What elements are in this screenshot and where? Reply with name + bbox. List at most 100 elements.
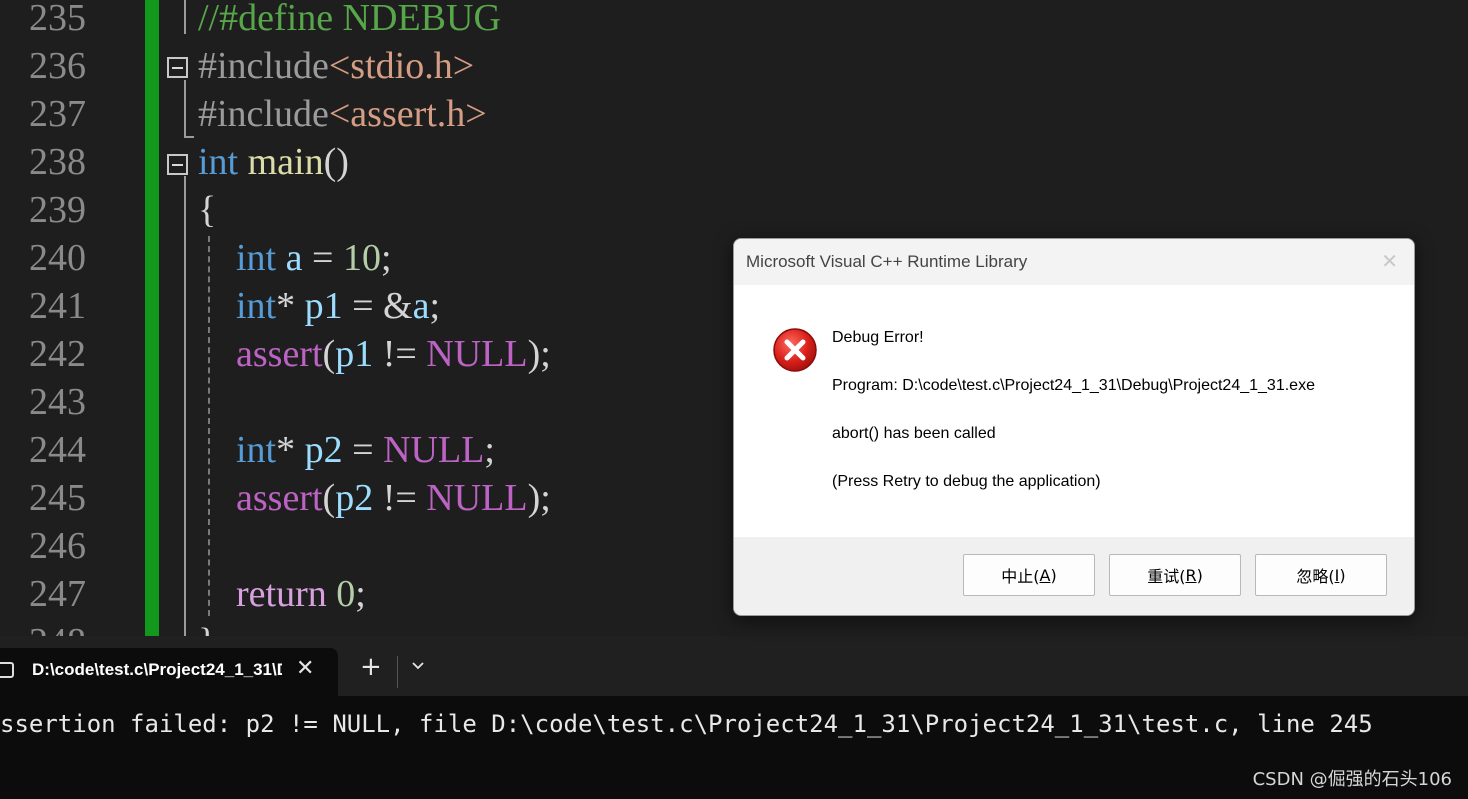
code-token: p2 <box>335 477 374 519</box>
code-token: a <box>285 237 303 279</box>
line-number: 240 <box>29 237 86 279</box>
code-token: NULL <box>383 429 485 471</box>
line-number: 248 <box>0 618 86 636</box>
code-token: NULL <box>426 477 528 519</box>
line-number: 242 <box>29 333 86 375</box>
terminal-window[interactable]: D:\code\test.c\Project24_1_31\Debug\Proj… <box>0 636 1468 799</box>
code-token: <assert.h> <box>328 93 487 135</box>
code-token: () <box>323 141 349 183</box>
code-token: = <box>342 429 384 471</box>
code-line: { <box>198 186 216 234</box>
code-token: ); <box>527 477 551 519</box>
code-line: int* p2 = NULL; <box>198 426 495 474</box>
error-hint: (Press Retry to debug the application) <box>832 473 1101 490</box>
code-token: //#define NDEBUG <box>198 0 501 39</box>
code-token: main <box>247 141 324 183</box>
line-number: 246 <box>29 525 86 567</box>
dialog-button-bar: 中止(A) 重试(R) 忽略(I) <box>734 537 1414 615</box>
line-number: 237 <box>29 93 86 135</box>
code-token: int <box>236 285 277 327</box>
fold-line-top <box>184 0 186 34</box>
code-token: a <box>412 285 430 327</box>
close-icon[interactable]: ✕ <box>1381 249 1398 273</box>
code-token: } <box>198 621 216 636</box>
console-icon <box>0 662 14 678</box>
tab-divider <box>397 656 398 688</box>
watermark: CSDN @倔强的石头106 <box>1252 769 1452 790</box>
change-indicator-bar <box>145 0 159 636</box>
code-token: p1 <box>304 285 343 327</box>
fold-line-main <box>184 176 186 636</box>
code-line: int main() <box>198 138 349 186</box>
code-token: int <box>198 141 239 183</box>
runtime-error-dialog[interactable]: Microsoft Visual C++ Runtime Library ✕ D… <box>733 238 1415 616</box>
line-number: 236 <box>29 45 86 87</box>
line-number: 239 <box>29 189 86 231</box>
code-line: #include<assert.h> <box>198 90 487 138</box>
code-token: ( <box>322 477 336 519</box>
line-number: 235 <box>29 0 86 39</box>
abort-button[interactable]: 中止(A) <box>963 554 1095 596</box>
fold-toggle-include[interactable] <box>167 57 188 78</box>
terminal-tab-strip: D:\code\test.c\Project24_1_31\Debug\Proj… <box>0 636 1468 696</box>
fold-line-include <box>184 80 186 138</box>
code-line: int a = 10; <box>198 234 392 282</box>
dialog-body: Debug Error! Program: D:\code\test.c\Pro… <box>734 285 1414 537</box>
code-line: assert(p1 != NULL); <box>198 330 551 378</box>
code-token: ; <box>429 285 441 327</box>
line-number: 245 <box>29 477 86 519</box>
terminal-tab[interactable]: D:\code\test.c\Project24_1_31\Debug\Proj… <box>0 648 338 696</box>
code-token: = & <box>342 285 413 327</box>
retry-button[interactable]: 重试(R) <box>1109 554 1241 596</box>
code-token: ; <box>355 573 366 615</box>
line-number: 243 <box>29 381 86 423</box>
code-line: assert(p2 != NULL); <box>198 474 551 522</box>
code-token: p2 <box>304 429 343 471</box>
retry-button-suffix: ) <box>1196 565 1203 585</box>
terminal-tab-title: D:\code\test.c\Project24_1_31\Debug\Proj… <box>32 660 282 679</box>
code-token: * <box>276 285 305 327</box>
line-number: 247 <box>29 573 86 615</box>
code-token: <stdio.h> <box>328 45 475 87</box>
code-token: 0 <box>336 573 356 615</box>
code-line: return 0; <box>198 570 366 618</box>
abort-button-label: 中止( <box>1001 567 1040 586</box>
code-token: ( <box>322 333 336 375</box>
error-program-path: Program: D:\code\test.c\Project24_1_31\D… <box>832 377 1315 394</box>
code-token: #include <box>198 45 329 87</box>
dialog-title: Microsoft Visual C++ Runtime Library <box>746 252 1028 271</box>
code-line: #include<stdio.h> <box>198 42 474 90</box>
code-token: return <box>236 573 327 615</box>
abort-button-suffix: ) <box>1050 565 1057 585</box>
code-token: assert <box>236 333 323 375</box>
code-token: p1 <box>335 333 374 375</box>
ignore-button-label: 忽略( <box>1296 567 1335 586</box>
code-token: != <box>373 333 427 375</box>
code-token: ; <box>380 237 392 279</box>
line-number: 244 <box>29 429 86 471</box>
dialog-titlebar[interactable]: Microsoft Visual C++ Runtime Library ✕ <box>734 239 1414 285</box>
terminal-output-line: ssertion failed: p2 != NULL, file D:\cod… <box>0 710 1373 738</box>
abort-accelerator: A <box>1039 565 1051 585</box>
code-token: int <box>236 237 277 279</box>
new-tab-button[interactable]: + <box>360 654 382 680</box>
ignore-button-suffix: ) <box>1339 565 1346 585</box>
code-token: assert <box>236 477 323 519</box>
chevron-down-icon[interactable] <box>410 658 426 674</box>
fold-toggle-main[interactable] <box>167 154 188 175</box>
code-token: = <box>302 237 343 279</box>
ignore-button[interactable]: 忽略(I) <box>1255 554 1387 596</box>
line-number: 241 <box>29 285 86 327</box>
code-token: ); <box>527 333 551 375</box>
code-token: * <box>276 429 305 471</box>
code-token: NULL <box>426 333 528 375</box>
close-tab-icon[interactable]: ✕ <box>296 656 314 681</box>
